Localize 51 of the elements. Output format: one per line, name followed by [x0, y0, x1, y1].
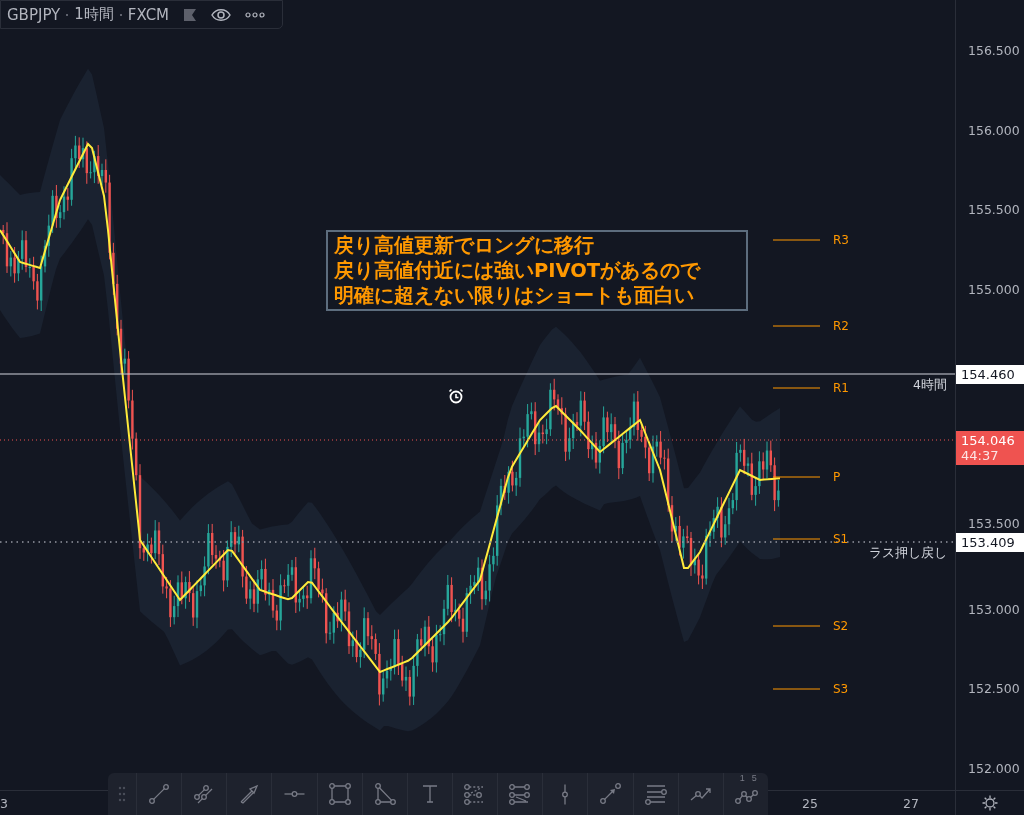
drawing-tool-button[interactable]: 1 5 — [722, 773, 768, 815]
symbol-name[interactable]: GBPJPY — [7, 5, 61, 24]
fib-levels-icon — [508, 782, 533, 806]
price-tick: 153.000 — [968, 601, 1020, 617]
pivot-line — [772, 538, 821, 540]
price-tag: 153.409 — [956, 533, 1024, 552]
price-tick: 156.000 — [968, 122, 1020, 138]
pivot-label: P — [833, 470, 841, 484]
price-tick: 152.000 — [968, 760, 1020, 776]
price-tick: 155.000 — [968, 281, 1020, 297]
pivot-line — [772, 239, 821, 241]
point-number: 1 — [739, 774, 745, 783]
pivot-label: R1 — [833, 381, 849, 395]
pivot-line — [772, 387, 821, 389]
price-tick: 152.500 — [968, 680, 1020, 696]
horizontal-ray-icon — [284, 791, 305, 797]
flag-icon[interactable] — [183, 7, 198, 22]
pivot-line — [772, 325, 821, 327]
trend-line-icon — [147, 782, 172, 806]
price-tag: 154.460 — [956, 365, 1024, 384]
pivot-line — [772, 625, 821, 627]
line-label: 4時間 — [913, 377, 947, 394]
horizontal-lines-icon — [643, 782, 668, 806]
more-icon[interactable] — [245, 11, 266, 18]
rectangle-icon — [327, 782, 352, 806]
time-tick: 25 — [802, 796, 818, 811]
time-tick: 27 — [903, 796, 919, 811]
line-label: ラス押し戻し — [869, 545, 947, 562]
price-tick: 155.500 — [968, 201, 1020, 217]
pivot-label: S3 — [833, 682, 849, 696]
last-price-tag: 154.046 44:37 — [956, 431, 1024, 465]
pivot-line — [772, 688, 821, 690]
vertical-line-icon — [562, 783, 569, 805]
pivot-label: S1 — [833, 532, 849, 546]
triangle-icon — [372, 782, 397, 806]
pivot-label: R2 — [833, 319, 849, 333]
interval-label[interactable]: 1時間 — [74, 5, 114, 24]
pivot-label: S2 — [833, 619, 849, 633]
source-label: FXCM — [127, 5, 170, 24]
pivot-label: R3 — [833, 233, 849, 247]
text-annotation: 戻り高値更新でロングに移行 戻り高値付近には強いPIVOTがあるので 明確に超えない限りはショートも面白い — [326, 230, 748, 311]
arrow-line-icon — [598, 782, 623, 806]
settings-icon[interactable] — [982, 795, 998, 811]
price-tick: 156.500 — [968, 42, 1020, 58]
price-tick: 153.500 — [968, 515, 1020, 531]
eye-icon[interactable] — [211, 7, 232, 22]
point-number: 5 — [751, 774, 757, 783]
pivot-line — [772, 476, 821, 478]
alarm-clock-icon[interactable] — [448, 388, 464, 404]
time-tick: 3 — [0, 796, 8, 811]
drag-handle-icon[interactable] — [118, 786, 126, 802]
